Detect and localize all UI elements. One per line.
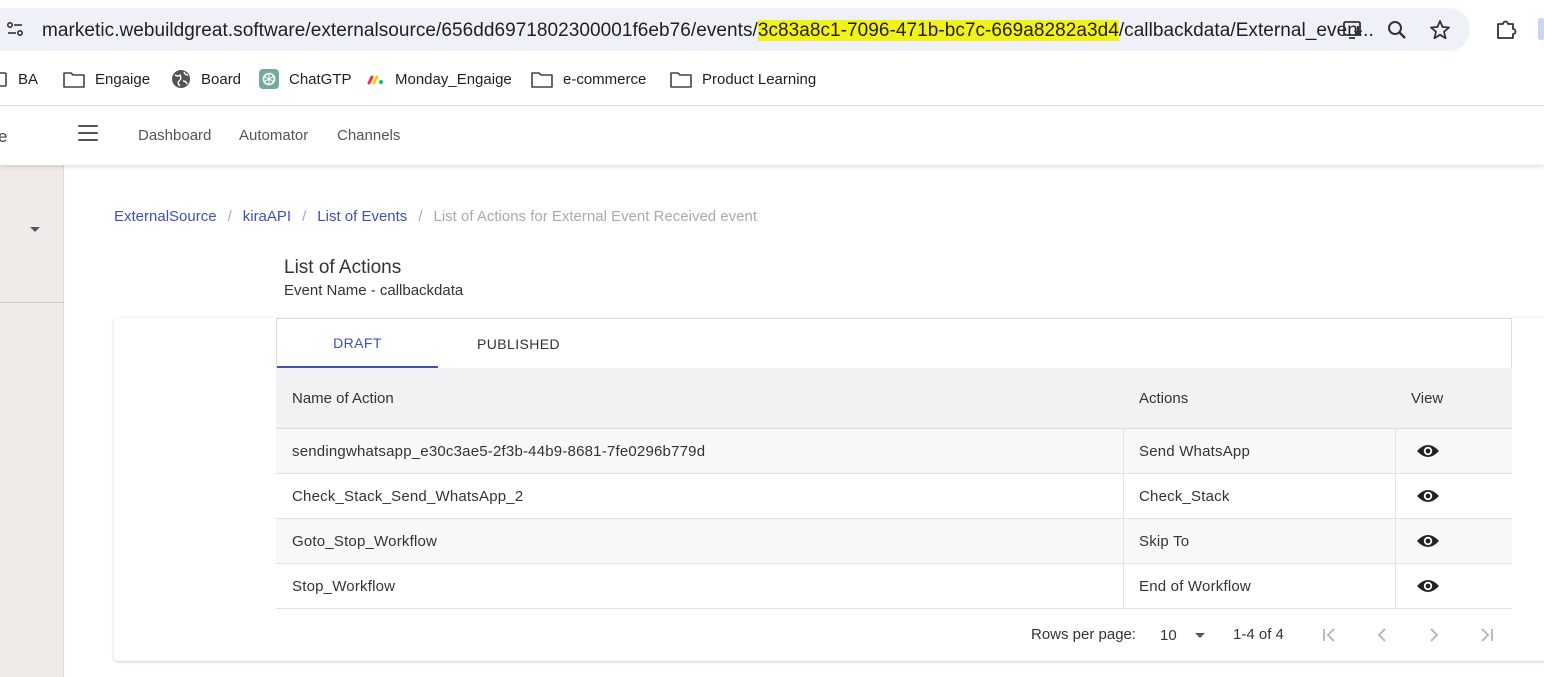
- table-row: sendingwhatsapp_e30c3ae5-2f3b-44b9-8681-…: [276, 429, 1512, 474]
- eye-icon[interactable]: [1416, 486, 1440, 506]
- site-info-icon[interactable]: [6, 20, 24, 38]
- tab-published[interactable]: PUBLISHED: [438, 319, 599, 368]
- breadcrumb-kiraapi[interactable]: kiraAPI: [243, 208, 291, 225]
- page-subtitle: Event Name - callbackdata: [284, 282, 464, 299]
- breadcrumb-separator: /: [418, 208, 423, 225]
- chatgpt-icon: [259, 69, 279, 89]
- column-divider: [1395, 519, 1396, 564]
- bookmark-chatgtp[interactable]: ChatGTP: [259, 68, 352, 90]
- bookmark-label: ChatGTP: [289, 70, 352, 88]
- caret-down-icon: [1195, 633, 1205, 638]
- actions-table: Name of Action Actions View sendingwhats…: [276, 368, 1512, 609]
- column-divider: [1395, 429, 1396, 474]
- rows-per-page-value: 10: [1160, 627, 1177, 644]
- row-action-type: End of Workflow: [1139, 578, 1251, 595]
- tab-bar: DRAFT PUBLISHED: [276, 318, 1512, 368]
- caret-down-icon[interactable]: [30, 227, 40, 232]
- install-app-icon[interactable]: [1342, 18, 1366, 42]
- breadcrumb: ExternalSource / kiraAPI / List of Events / Li…: [114, 208, 757, 225]
- next-page-icon[interactable]: [1423, 624, 1445, 646]
- bookmark-product-learning[interactable]: Product Learning: [670, 68, 816, 90]
- column-divider: [1123, 564, 1124, 609]
- url-text[interactable]: marketic.webuildgreat.software/externals…: [42, 20, 1374, 42]
- column-divider: [1123, 519, 1124, 564]
- breadcrumb-current: List of Actions for External Event Recei…: [433, 208, 757, 225]
- url-highlighted-id: 3c83a8c1-7096-471b-bc7c-669a8282a3d4: [757, 20, 1119, 41]
- nav-channels[interactable]: Channels: [337, 127, 400, 144]
- row-action-type: Skip To: [1139, 533, 1190, 550]
- header-name-of-action[interactable]: Name of Action: [292, 390, 394, 407]
- table-header: Name of Action Actions View: [276, 368, 1512, 429]
- column-divider: [1123, 474, 1124, 519]
- table-row: Goto_Stop_Workflow Skip To: [276, 519, 1512, 564]
- breadcrumb-externalsource[interactable]: ExternalSource: [114, 208, 217, 225]
- column-divider: [1123, 429, 1124, 474]
- eye-icon[interactable]: [1416, 531, 1440, 551]
- extensions-icon[interactable]: [1494, 17, 1518, 41]
- nav-automator[interactable]: Automator: [239, 127, 308, 144]
- nav-dashboard[interactable]: Dashboard: [138, 127, 211, 144]
- bookmark-star-icon[interactable]: [1428, 18, 1452, 42]
- bookmark-label: Engaige: [95, 70, 151, 88]
- header-view[interactable]: View: [1411, 390, 1443, 407]
- rows-per-page-label: Rows per page:: [1031, 626, 1137, 643]
- folder-icon: [0, 72, 7, 87]
- table-row: Stop_Workflow End of Workflow: [276, 564, 1512, 609]
- pagination-range: 1-4 of 4: [1233, 626, 1284, 643]
- row-action-name: sendingwhatsapp_e30c3ae5-2f3b-44b9-8681-…: [292, 443, 706, 460]
- folder-icon: [531, 72, 553, 88]
- sidebar: [0, 165, 64, 677]
- browser-chrome: marketic.webuildgreat.software/externals…: [0, 0, 1544, 106]
- side-panel-icon[interactable]: [1538, 18, 1544, 40]
- eye-icon[interactable]: [1416, 441, 1440, 461]
- bookmark-label: e-commerce: [563, 70, 647, 88]
- bookmark-label: BA: [18, 70, 39, 88]
- address-bar[interactable]: marketic.webuildgreat.software/externals…: [0, 8, 1470, 51]
- hamburger-menu-icon[interactable]: [78, 125, 98, 143]
- breadcrumb-list-of-events[interactable]: List of Events: [317, 208, 407, 225]
- bookmark-label: Board: [201, 70, 242, 88]
- row-action-name: Check_Stack_Send_WhatsApp_2: [292, 488, 524, 505]
- header-actions[interactable]: Actions: [1139, 390, 1188, 407]
- column-divider: [1395, 564, 1396, 609]
- url-prefix: marketic.webuildgreat.software/externals…: [42, 20, 758, 41]
- bookmark-board[interactable]: Board: [171, 68, 241, 90]
- tab-draft[interactable]: DRAFT: [277, 319, 438, 368]
- app-header: e Dashboard Automator Channels: [0, 107, 1544, 165]
- monday-icon: [367, 75, 383, 85]
- row-action-type: Check_Stack: [1139, 488, 1230, 505]
- page-title: List of Actions: [284, 257, 402, 278]
- folder-icon: [670, 72, 692, 88]
- bookmark-label: Monday_Engaige: [395, 70, 512, 88]
- app-logo-fragment[interactable]: e: [0, 127, 7, 147]
- bookmark-label: Product Learning: [702, 70, 817, 88]
- pagination: Rows per page: 10 1-4 of 4: [276, 610, 1512, 660]
- bookmark-ba[interactable]: BA: [0, 68, 38, 90]
- breadcrumb-separator: /: [302, 208, 307, 225]
- row-action-name: Goto_Stop_Workflow: [292, 533, 438, 550]
- sidebar-selector[interactable]: [0, 165, 64, 303]
- row-action-type: Send WhatsApp: [1139, 443, 1250, 460]
- zoom-icon[interactable]: [1385, 18, 1409, 42]
- bookmarks-bar: BA Engaige Board ChatGTP Monday_Engaige …: [0, 62, 1544, 96]
- eye-icon[interactable]: [1416, 576, 1440, 596]
- first-page-icon[interactable]: [1319, 624, 1341, 646]
- previous-page-icon[interactable]: [1371, 624, 1393, 646]
- column-divider: [1395, 474, 1396, 519]
- url-suffix: /callbackdata/External_even...: [1118, 20, 1374, 41]
- rows-per-page-select[interactable]: 10: [1160, 624, 1210, 648]
- bookmark-e-commerce[interactable]: e-commerce: [531, 68, 646, 90]
- bookmark-engaige[interactable]: Engaige: [63, 68, 150, 90]
- globe-icon: [172, 70, 190, 88]
- breadcrumb-separator: /: [227, 208, 232, 225]
- bookmark-monday-engaige[interactable]: Monday_Engaige: [367, 68, 512, 90]
- last-page-icon[interactable]: [1475, 624, 1497, 646]
- row-action-name: Stop_Workflow: [292, 578, 396, 595]
- folder-icon: [63, 72, 85, 88]
- table-row: Check_Stack_Send_WhatsApp_2 Check_Stack: [276, 474, 1512, 519]
